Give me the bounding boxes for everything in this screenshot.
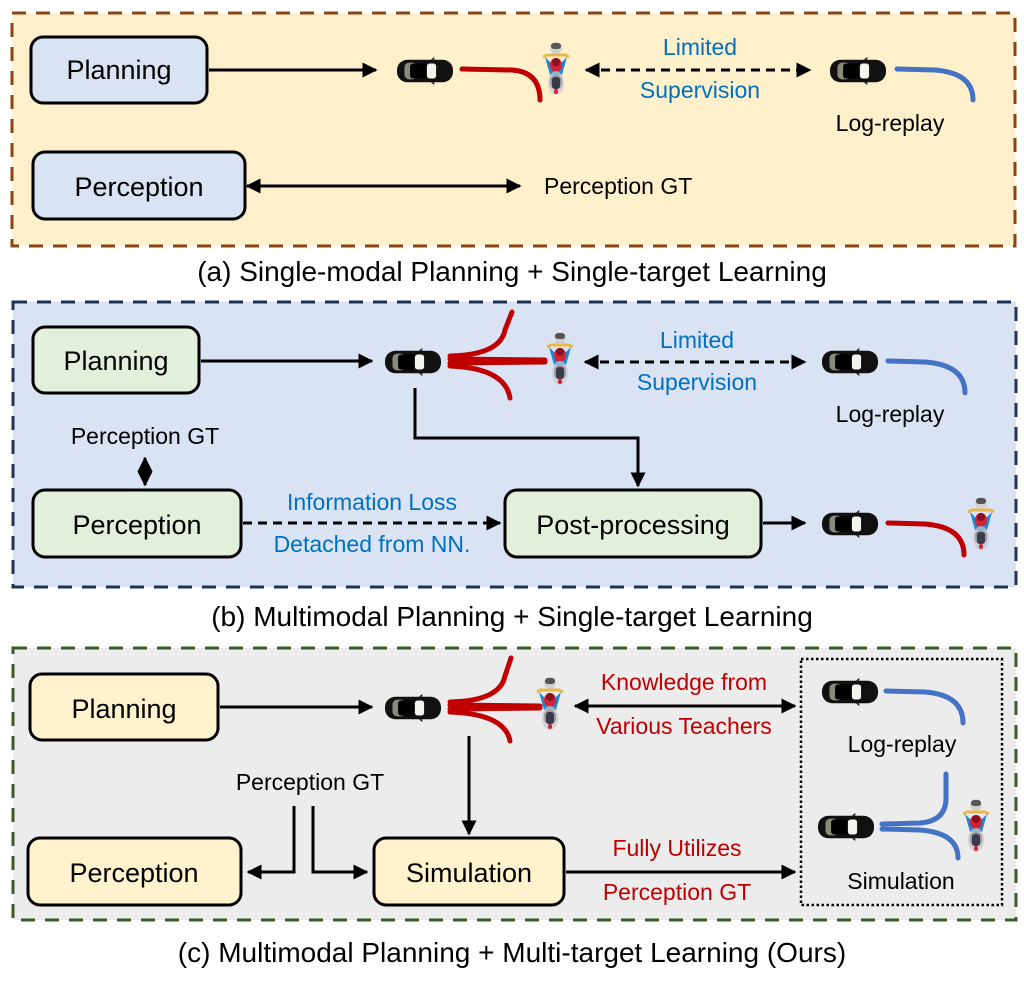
perception-gt-red-label: Perception GT <box>603 879 751 905</box>
fully-utilizes-label: Fully Utilizes <box>612 835 741 861</box>
limited-label: Limited <box>663 34 737 60</box>
ego-car-icon <box>385 694 441 722</box>
postprocessing-box[interactable]: Post-processing <box>503 488 763 559</box>
supervision-label: Supervision <box>637 369 757 395</box>
perception-box-label: Perception <box>69 858 198 888</box>
pipeline-comparison-diagram: Planning Limited Supervision Log-replay … <box>10 11 1018 968</box>
postprocessing-box-label: Post-processing <box>536 510 730 540</box>
ego-car-icon <box>385 348 441 376</box>
caption-c: (c) Multimodal Planning + Multi-target L… <box>178 937 846 968</box>
log-replay-car-icon <box>822 348 878 376</box>
perception-gt-label: Perception GT <box>544 173 692 199</box>
caption-b: (b) Multimodal Planning + Single-target … <box>211 601 813 632</box>
log-replay-label: Log-replay <box>836 110 945 136</box>
perception-box[interactable]: Perception <box>31 150 247 221</box>
perception-gt-label: Perception GT <box>236 769 384 795</box>
planning-box-label: Planning <box>66 55 171 85</box>
detached-from-nn-label: Detached from NN. <box>274 531 471 557</box>
planning-box-label: Planning <box>71 694 176 724</box>
caption-a: (a) Single-modal Planning + Single-targe… <box>197 256 827 287</box>
log-replay-label: Log-replay <box>836 401 945 427</box>
planning-box-label: Planning <box>63 346 168 376</box>
perception-box-label: Perception <box>74 172 203 202</box>
knowledge-from-label: Knowledge from <box>601 669 767 695</box>
supervision-label: Supervision <box>640 77 760 103</box>
simulation-label: Simulation <box>847 868 954 894</box>
output-car-icon <box>822 510 878 538</box>
log-replay-label: Log-replay <box>848 731 957 757</box>
information-loss-label: Information Loss <box>287 489 457 515</box>
panel-a: Planning Limited Supervision Log-replay … <box>10 11 1017 248</box>
simulation-box-label: Simulation <box>406 858 532 888</box>
log-replay-car-icon <box>830 57 886 85</box>
perception-box[interactable]: Perception <box>26 836 243 907</box>
limited-label: Limited <box>660 327 734 353</box>
perception-box[interactable]: Perception <box>31 488 243 559</box>
planning-box[interactable]: Planning <box>31 325 201 395</box>
log-replay-car-icon <box>822 678 878 706</box>
perception-gt-label: Perception GT <box>71 423 219 449</box>
panel-b: Planning Limited Supervision Log-replay … <box>11 300 1018 589</box>
simulation-car-icon <box>818 813 874 841</box>
planning-box[interactable]: Planning <box>28 672 220 742</box>
panel-c: Planning Knowledge from Various Teachers… <box>11 646 1018 922</box>
various-teachers-label: Various Teachers <box>596 713 772 739</box>
simulation-box[interactable]: Simulation <box>372 836 566 907</box>
ego-car-icon <box>397 57 453 85</box>
planning-box[interactable]: Planning <box>29 35 209 105</box>
perception-box-label: Perception <box>72 510 201 540</box>
